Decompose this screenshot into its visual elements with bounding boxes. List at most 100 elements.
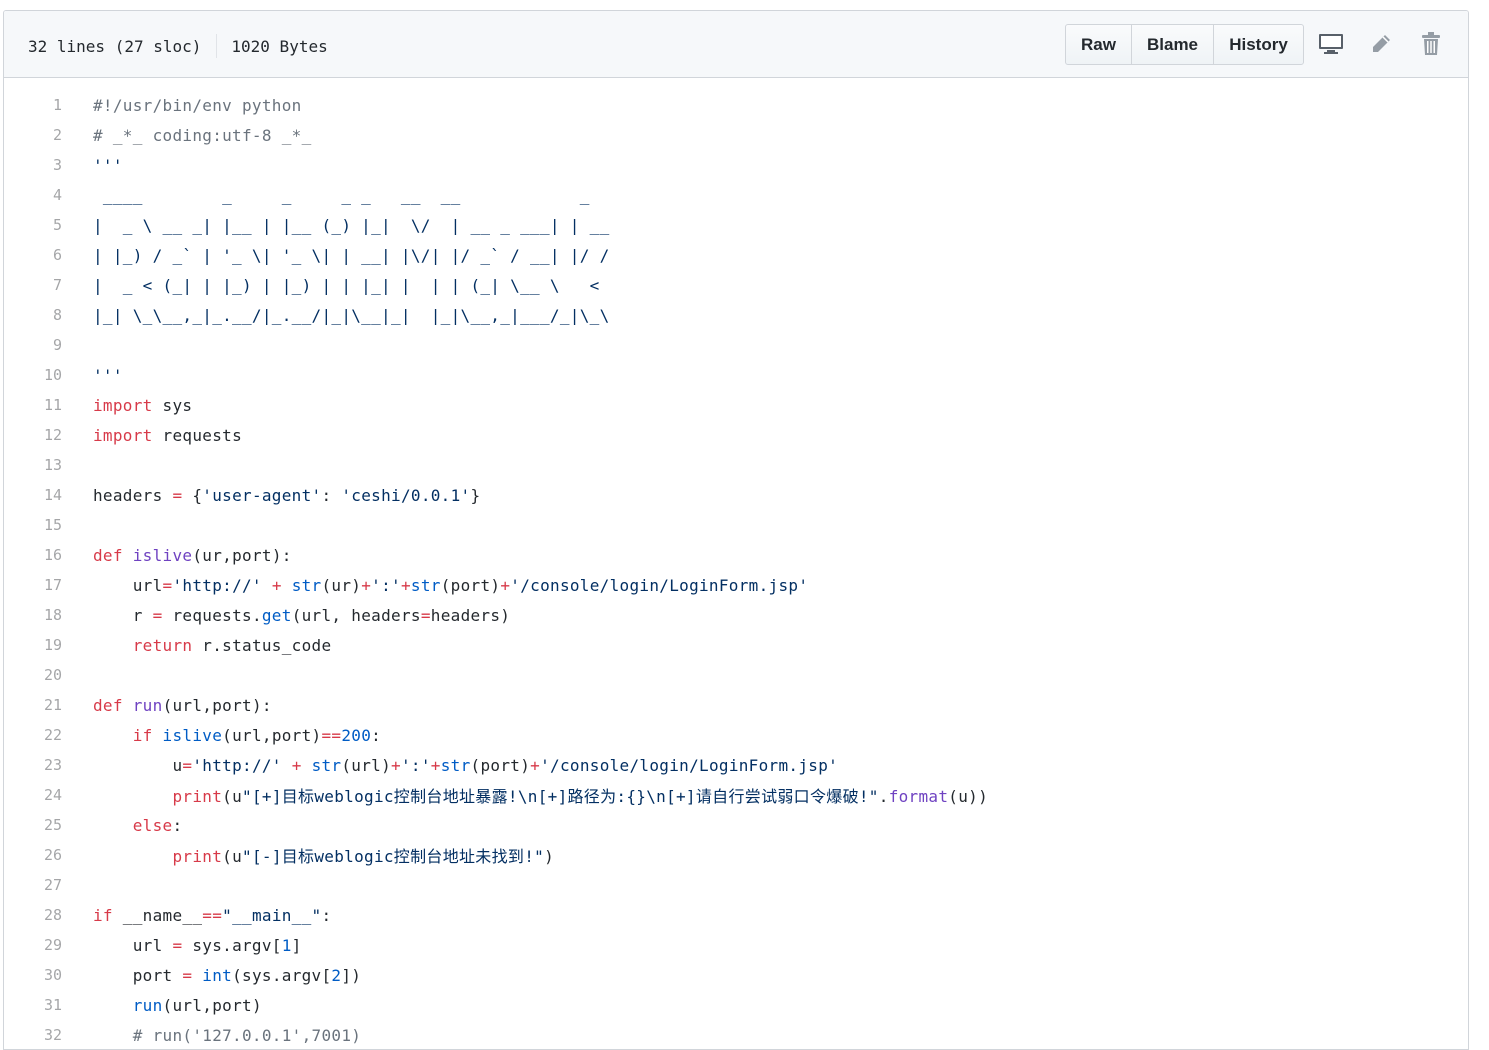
blame-button[interactable]: Blame	[1131, 24, 1214, 65]
code-token: | |_) / _` | '_ \| '_ \| | __| |\/| |/ _…	[93, 245, 610, 265]
line-number[interactable]: 18	[4, 606, 62, 624]
line-number[interactable]: 17	[4, 576, 62, 594]
line-number[interactable]: 28	[4, 906, 62, 924]
line-number[interactable]: 32	[4, 1026, 62, 1044]
line-number[interactable]: 23	[4, 756, 62, 774]
code-token: (u	[222, 847, 243, 866]
code-token: (ur,port):	[192, 545, 292, 565]
code-token: ':'	[400, 755, 431, 775]
code-token: .	[878, 787, 889, 806]
line-number[interactable]: 4	[4, 186, 62, 204]
code-token: )	[544, 847, 555, 866]
line-content: | |_) / _` | '_ \| '_ \| | __| |\/| |/ _…	[93, 246, 610, 265]
line-content: def islive(ur,port):	[93, 546, 292, 565]
line-number[interactable]: 26	[4, 846, 62, 864]
code-token: (u	[222, 787, 243, 806]
code-token: =	[162, 575, 173, 595]
code-line: 12 import requests	[4, 420, 1468, 450]
code-token: +	[400, 575, 411, 595]
code-line: 5 | _ \ __ _| |__ | |__ (_) |_| \/ | __ _…	[4, 210, 1468, 240]
line-number[interactable]: 24	[4, 786, 62, 804]
line-number[interactable]: 1	[4, 96, 62, 114]
file-actions: Raw Blame History	[1065, 24, 1304, 65]
code-line: 14 headers = {'user-agent': 'ceshi/0.0.1'…	[4, 480, 1468, 510]
line-number[interactable]: 27	[4, 876, 62, 894]
code-token: requests.	[162, 605, 262, 625]
code-line: 26 print(u"[-]目标weblogic控制台地址未找到!")	[4, 840, 1468, 870]
code-token: "__main__"	[222, 905, 322, 925]
line-number[interactable]: 12	[4, 426, 62, 444]
code-token: if	[93, 905, 113, 925]
code-token: port	[93, 965, 183, 985]
code-token: +	[500, 575, 511, 595]
line-number[interactable]: 10	[4, 366, 62, 384]
code-token: 1	[281, 935, 292, 955]
code-line: 24 print(u"[+]目标weblogic控制台地址暴露!\n[+]路径为…	[4, 780, 1468, 810]
code-token: ]	[291, 935, 302, 955]
code-token: =	[182, 755, 193, 775]
line-number[interactable]: 30	[4, 966, 62, 984]
code-token: +	[430, 755, 441, 775]
code-token: str	[440, 755, 471, 775]
code-token: (port)	[440, 575, 501, 595]
code-token: def	[93, 695, 123, 715]
code-token: (url,port)	[222, 725, 322, 745]
line-number[interactable]: 22	[4, 726, 62, 744]
line-number[interactable]: 31	[4, 996, 62, 1014]
code-token: import	[93, 395, 153, 415]
line-number[interactable]: 16	[4, 546, 62, 564]
code-token: print	[172, 847, 223, 866]
code-line: 19 return r.status_code	[4, 630, 1468, 660]
line-number[interactable]: 2	[4, 126, 62, 144]
line-number[interactable]: 7	[4, 276, 62, 294]
code-line: 23 u='http://' + str(url)+':'+str(port)+…	[4, 750, 1468, 780]
line-number[interactable]: 14	[4, 486, 62, 504]
desktop-icon[interactable]	[1316, 29, 1346, 59]
code-line: 30 port = int(sys.argv[2])	[4, 960, 1468, 990]
code-token: '/console/login/LoginForm.jsp'	[540, 755, 839, 775]
line-number[interactable]: 20	[4, 666, 62, 684]
line-number[interactable]: 25	[4, 816, 62, 834]
history-button[interactable]: History	[1213, 24, 1304, 65]
line-content: url = sys.argv[1]	[93, 936, 302, 955]
code-token: ==	[321, 725, 342, 745]
line-number[interactable]: 11	[4, 396, 62, 414]
raw-button[interactable]: Raw	[1065, 24, 1132, 65]
code-line: 21 def run(url,port):	[4, 690, 1468, 720]
line-number[interactable]: 6	[4, 246, 62, 264]
code-line: 3 '''	[4, 150, 1468, 180]
line-content: #!/usr/bin/env python	[93, 96, 302, 115]
line-number[interactable]: 3	[4, 156, 62, 174]
code-line: 2 # _*_ coding:utf-8 _*_	[4, 120, 1468, 150]
line-count: 32 lines (27 sloc)	[28, 36, 202, 56]
pencil-icon[interactable]	[1366, 29, 1396, 59]
line-content: '''	[93, 366, 123, 385]
trash-icon[interactable]	[1416, 29, 1446, 59]
line-content: | _ \ __ _| |__ | |__ (_) |_| \/ | __ _ …	[93, 216, 610, 235]
line-number[interactable]: 29	[4, 936, 62, 954]
code-token: =	[152, 605, 163, 625]
line-number[interactable]: 9	[4, 336, 62, 354]
line-number[interactable]: 8	[4, 306, 62, 324]
line-content: print(u"[-]目标weblogic控制台地址未找到!")	[93, 843, 554, 867]
code-line: 8 |_| \_\__,_|_.__/|_.__/|_|\__|_| |_|\__…	[4, 300, 1468, 330]
code-line: 25 else:	[4, 810, 1468, 840]
line-number[interactable]: 13	[4, 456, 62, 474]
code-token: |_| \_\__,_|_.__/|_.__/|_|\__|_| |_|\__,…	[93, 305, 610, 325]
line-number[interactable]: 5	[4, 216, 62, 234]
line-number[interactable]: 21	[4, 696, 62, 714]
code-token: 'http://'	[192, 755, 282, 775]
code-token: (ur)	[321, 575, 362, 595]
code-line: 28 if __name__=="__main__":	[4, 900, 1468, 930]
code-token: | _ < (_| | |_) | |_) | | |_| | | | (_| …	[93, 275, 600, 295]
code-token: if	[132, 725, 153, 745]
line-number[interactable]: 19	[4, 636, 62, 654]
line-number[interactable]: 15	[4, 516, 62, 534]
code-token: =	[420, 605, 431, 625]
